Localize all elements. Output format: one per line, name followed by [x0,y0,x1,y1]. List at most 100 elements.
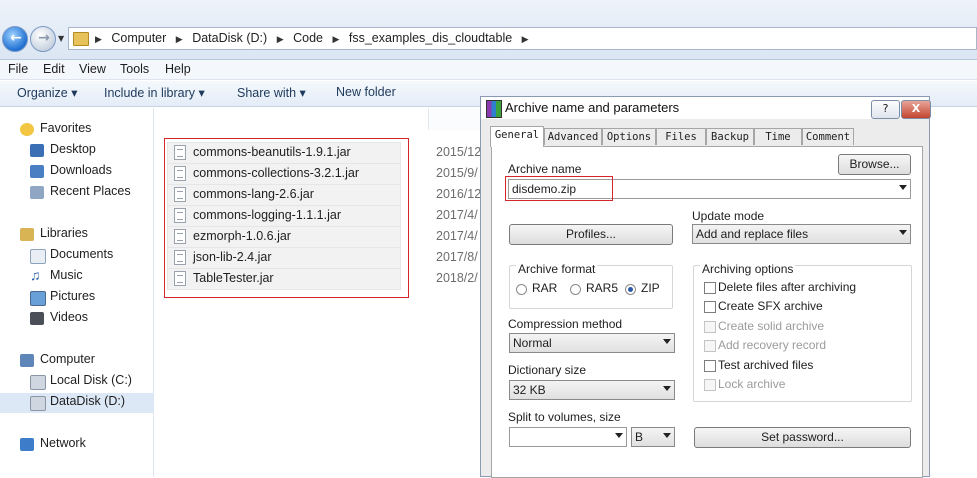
nav-label: Favorites [40,121,92,135]
chevron-right-icon: ▶ [332,34,340,44]
nav-label: Pictures [50,289,96,303]
column-header[interactable] [428,108,480,130]
tab-files[interactable]: Files [656,128,706,145]
rar5-radio[interactable] [570,284,581,295]
zip-radio[interactable] [625,284,636,295]
winrar-icon [486,100,502,118]
nav-label: DataDisk (D:) [50,394,126,408]
breadcrumb-item[interactable]: DataDisk (D:) [192,31,267,45]
include-in-library-button[interactable]: Include in library ▾ [104,85,205,100]
update-mode-value: Add and replace files [696,227,809,241]
solid-archive-checkbox [704,321,716,333]
organize-button[interactable]: Organize ▾ [17,85,77,100]
forward-button[interactable]: → [30,26,56,52]
recent-pages-dropdown-icon[interactable]: ▼ [58,34,64,43]
archive-format-label: Archive format [516,262,598,276]
pictures-icon [30,291,46,306]
lock-archive-checkbox [704,379,716,391]
recovery-record-checkbox [704,340,716,352]
rar-label: RAR [532,281,558,295]
nav-label: Music [50,268,83,282]
chevron-right-icon: ▶ [95,34,102,44]
lock-archive-label: Lock archive [718,377,786,391]
rar-radio[interactable] [516,284,527,295]
tab-advanced[interactable]: Advanced [544,128,602,145]
chevron-down-icon[interactable] [615,433,623,438]
nav-label: Recent Places [50,184,131,198]
menu-help[interactable]: Help [165,62,191,76]
rar5-label: RAR5 [586,281,619,295]
tab-options[interactable]: Options [602,128,656,145]
tab-comment[interactable]: Comment [802,128,854,145]
recent-places-icon [30,186,44,199]
zip-label: ZIP [641,281,660,295]
chevron-right-icon: ▶ [276,34,284,44]
breadcrumb-item[interactable]: Computer [111,31,166,45]
nav-label: Local Disk (C:) [50,373,132,387]
menu-bar: File Edit View Tools Help [0,60,977,80]
compression-label: Compression method [508,317,623,331]
set-password-button[interactable]: Set password... [694,427,911,448]
share-with-button[interactable]: Share with ▾ [237,85,306,100]
chevron-right-icon: ▶ [175,34,183,44]
menu-file[interactable]: File [8,62,28,76]
browse-button[interactable]: Browse... [838,154,911,175]
nav-label: Desktop [50,142,96,156]
recovery-record-label: Add recovery record [718,338,827,352]
split-label: Split to volumes, size [508,410,621,424]
tab-general[interactable]: General [490,126,544,147]
split-unit-select[interactable]: B [631,427,675,447]
dialog-titlebar: Archive name and parameters ? X [481,97,931,119]
new-folder-button[interactable]: New folder [336,85,396,99]
highlight-box [164,138,409,298]
chevron-down-icon[interactable] [899,185,907,190]
test-archived-label: Test archived files [718,358,814,372]
music-icon: ♫ [30,267,41,283]
menu-view[interactable]: View [79,62,106,76]
tab-backup[interactable]: Backup [706,128,754,145]
nav-label: Downloads [50,163,112,177]
update-mode-label: Update mode [692,209,765,223]
split-size-input[interactable] [509,427,627,447]
close-button[interactable]: X [901,100,931,119]
file-date: 2017/4/ [436,229,478,243]
computer-icon [20,354,34,367]
chevron-down-icon [663,339,671,344]
test-archived-checkbox[interactable] [704,360,716,372]
help-button[interactable]: ? [871,100,900,119]
breadcrumb-item[interactable]: fss_examples_dis_cloudtable [349,31,512,45]
nav-datadisk[interactable]: DataDisk (D:) [0,393,154,413]
folder-icon [73,32,89,46]
nav-label: Computer [40,352,95,366]
profiles-button[interactable]: Profiles... [509,224,673,245]
menu-edit[interactable]: Edit [43,62,65,76]
drive-icon [30,396,46,411]
videos-icon [30,312,44,325]
network-icon [20,438,34,451]
back-button[interactable]: ← [2,26,28,52]
menu-tools[interactable]: Tools [120,62,149,76]
compression-select[interactable]: Normal [509,333,675,353]
dictionary-select[interactable]: 32 KB [509,380,675,400]
archive-name-label: Archive name [508,162,582,176]
chevron-down-icon [663,386,671,391]
chevron-down-icon [899,230,907,235]
delete-files-label: Delete files after archiving [718,280,857,294]
tab-time[interactable]: Time [754,128,802,145]
file-date: 2018/2/ [436,271,478,285]
nav-label: Videos [50,310,88,324]
file-date: 2015/9/ [436,166,478,180]
drive-icon [30,375,46,390]
delete-files-checkbox[interactable] [704,282,716,294]
nav-label: Libraries [40,226,88,240]
file-list: commons-beanutils-1.9.1.jar commons-coll… [155,108,481,477]
breadcrumb-item[interactable]: Code [293,31,323,45]
create-sfx-checkbox[interactable] [704,301,716,313]
archive-dialog: Archive name and parameters ? X General … [480,96,931,478]
file-date: 2017/4/ [436,208,478,222]
address-field[interactable]: ▶ Computer ▶ DataDisk (D:) ▶ Code ▶ fss_… [68,27,977,50]
update-mode-select[interactable]: Add and replace files [692,224,911,244]
compression-value: Normal [513,336,552,350]
chevron-right-icon: ▶ [521,34,529,44]
forward-arrow-icon: → [38,30,50,46]
